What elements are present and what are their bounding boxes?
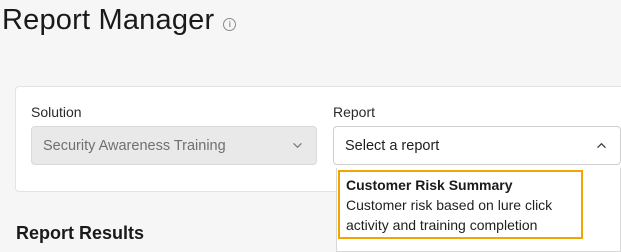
report-select-placeholder: Select a report: [345, 137, 440, 154]
report-option-description: Customer risk based on lure click activi…: [346, 197, 553, 233]
header: Report Manager i: [2, 4, 237, 37]
chevron-up-icon: [597, 143, 606, 148]
solution-select: Security Awareness Training: [31, 126, 317, 165]
report-option-customer-risk-summary[interactable]: Customer Risk Summary Customer risk base…: [338, 170, 583, 239]
solution-label: Solution: [31, 104, 82, 120]
page-title: Report Manager: [2, 4, 215, 36]
report-manager-page: Report Manager i Solution Security Aware…: [0, 0, 621, 252]
solution-select-value: Security Awareness Training: [43, 137, 226, 154]
report-label: Report: [333, 104, 376, 120]
report-results-heading: Report Results: [16, 223, 145, 243]
report-dropdown-menu: Customer Risk Summary Customer risk base…: [336, 168, 621, 252]
info-icon[interactable]: i: [223, 18, 237, 31]
report-option-title: Customer Risk Summary: [346, 177, 513, 193]
chevron-down-icon: [293, 143, 302, 148]
report-select[interactable]: Select a report: [333, 126, 621, 165]
